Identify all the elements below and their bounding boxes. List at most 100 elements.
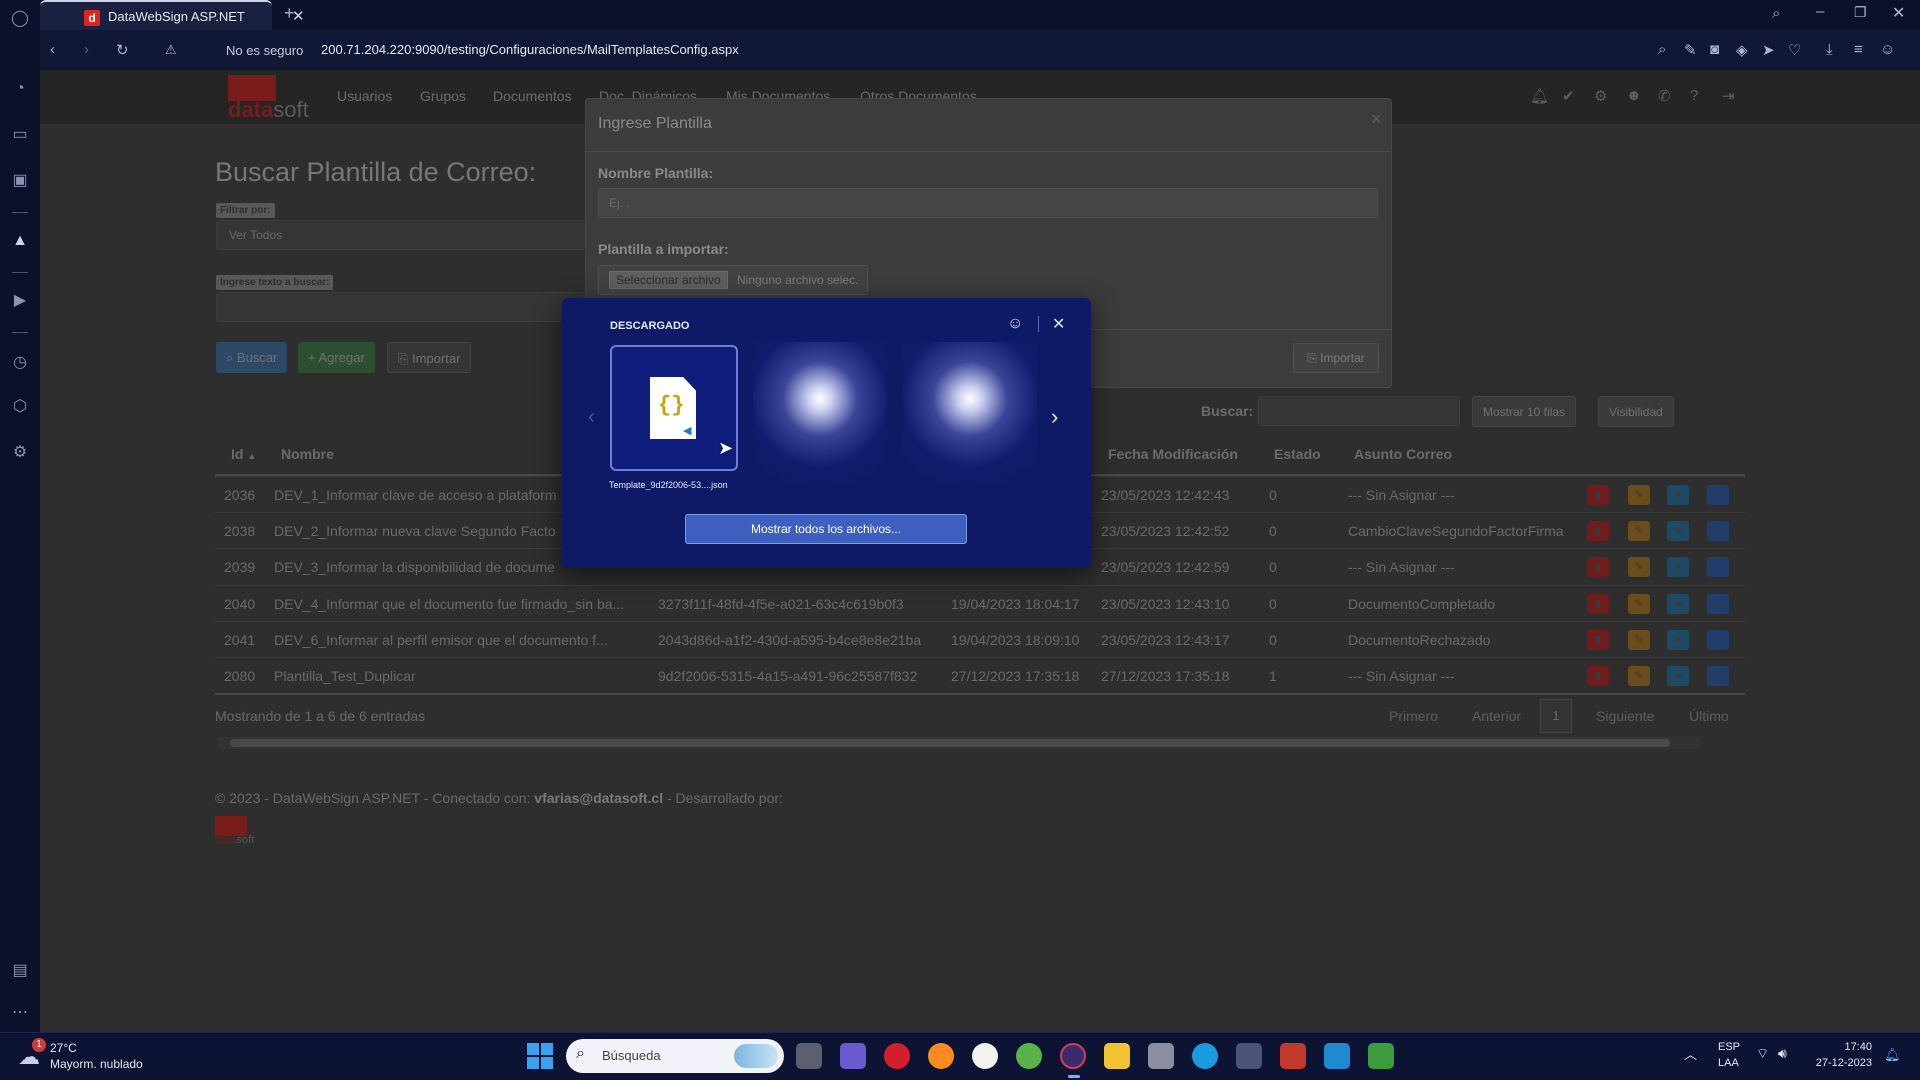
edit-icon[interactable]: ✎ [1628, 557, 1650, 577]
security-label[interactable]: No es seguro [226, 43, 303, 58]
opera-logo-icon[interactable]: ◯ [9, 8, 31, 30]
notepad-plus-icon[interactable] [1368, 1043, 1394, 1069]
modal-close-icon[interactable]: × [1371, 109, 1382, 130]
filter-select[interactable]: Ver Todos [216, 220, 588, 250]
pager-prev[interactable]: Anterior [1472, 708, 1521, 724]
leaf-app-icon[interactable] [1016, 1043, 1042, 1069]
delete-icon[interactable]: ▮ [1587, 666, 1609, 686]
edit-icon[interactable]: ✎ [1628, 485, 1650, 505]
prev-arrow-icon[interactable]: ‹ [588, 406, 595, 429]
extensions-icon[interactable]: ⬡ [9, 396, 31, 418]
task-view-icon[interactable] [796, 1043, 822, 1069]
opera-icon[interactable] [884, 1043, 910, 1069]
pager-last[interactable]: Último [1689, 708, 1729, 724]
search-text-input[interactable] [216, 292, 588, 322]
show-rows-button[interactable]: Mostrar 10 filas [1472, 396, 1577, 427]
download-icon[interactable]: ⤓ [1826, 41, 1833, 58]
delete-icon[interactable]: ▮ [1587, 594, 1609, 614]
notification-bell-icon[interactable]: 🔔︎ [1884, 1047, 1901, 1063]
history-icon[interactable]: ◷ [9, 352, 31, 374]
help-icon[interactable]: ? [1690, 87, 1698, 104]
easy-setup-icon[interactable]: ≡ [1854, 41, 1863, 58]
blurred-download-thumb[interactable] [903, 342, 1037, 504]
edit-icon[interactable]: ✎ [1628, 666, 1650, 686]
favorite-heart-icon[interactable]: ♡ [1788, 41, 1801, 59]
edit-icon[interactable]: ✎ [1628, 630, 1650, 650]
delete-icon[interactable]: ▮ [1587, 521, 1609, 541]
blurred-download-thumb[interactable] [753, 342, 887, 504]
settings-gear-icon[interactable]: ⚙ [9, 442, 31, 464]
link-icon[interactable]: ∞ [1707, 557, 1729, 577]
nav-usuarios[interactable]: Usuarios [337, 88, 392, 104]
table-row[interactable]: 2040 DEV_4_Informar que el documento fue… [215, 585, 1745, 621]
link-icon[interactable]: ∞ [1707, 630, 1729, 650]
link-icon[interactable]: ∞ [1707, 485, 1729, 505]
logout-icon[interactable]: ⇥ [1722, 87, 1735, 105]
send-icon[interactable]: ➤ [1667, 666, 1689, 686]
workspace-icon[interactable]: ▭ [9, 124, 31, 146]
link-icon[interactable]: ∞ [1707, 594, 1729, 614]
pager-first[interactable]: Primero [1389, 708, 1438, 724]
player-icon[interactable]: ▶ [9, 290, 31, 312]
file-input[interactable]: Seleccionar archivo Ninguno archivo sele… [598, 265, 868, 295]
more-icon[interactable]: ⋯ [9, 1002, 31, 1024]
app-icon[interactable] [1148, 1043, 1174, 1069]
column-header-nombre[interactable]: Nombre [281, 446, 334, 462]
user-icon[interactable]: ☻ [1626, 87, 1642, 104]
close-popup-icon[interactable]: ✕ [1052, 314, 1065, 334]
nav-documentos[interactable]: Documentos [493, 88, 572, 104]
edge-icon[interactable] [1192, 1043, 1218, 1069]
phone-icon[interactable]: ✆ [1658, 87, 1671, 105]
edit-icon[interactable]: ✎ [1684, 41, 1697, 59]
show-all-downloads-button[interactable]: Mostrar todos los archivos... [685, 514, 967, 544]
taskbar-search-input[interactable]: Búsqueda [602, 1048, 661, 1063]
scrollbar-thumb[interactable] [230, 739, 1670, 747]
close-tab-icon[interactable]: ✕ [292, 7, 305, 25]
weather-temp[interactable]: 27°C [50, 1041, 77, 1055]
send-icon[interactable]: ➤ [1667, 557, 1689, 577]
tabs-icon[interactable]: ▣ [9, 170, 31, 192]
taskbar-search[interactable]: ⌕ Búsqueda [566, 1039, 784, 1073]
forward-icon[interactable]: › [84, 41, 89, 58]
table-row[interactable]: 2041 DEV_6_Informar al perfil emisor que… [215, 621, 1745, 657]
minimize-icon[interactable]: – [1816, 3, 1824, 20]
package-app-icon[interactable] [1236, 1043, 1262, 1069]
importar-button[interactable]: ⎘ Importar [387, 342, 472, 373]
column-header-estado[interactable]: Estado [1274, 446, 1321, 462]
column-header-fecha-modificacion[interactable]: Fecha Modificación [1108, 446, 1238, 462]
edit-icon[interactable]: ✎ [1628, 594, 1650, 614]
modal-import-button[interactable]: ⎘ Importar [1293, 343, 1379, 373]
table-row[interactable]: 2080 Plantilla_Test_Duplicar 9d2f2006-53… [215, 657, 1745, 693]
check-icon[interactable]: ✔ [1562, 87, 1575, 105]
profile-icon[interactable]: ☺ [1880, 41, 1895, 58]
volume-icon[interactable]: 🔊︎ [1778, 1045, 1787, 1062]
name-input[interactable]: Ej. . [598, 188, 1378, 218]
link-icon[interactable]: ∞ [1707, 666, 1729, 686]
opera-gx-icon[interactable] [1060, 1043, 1086, 1069]
teams-chat-icon[interactable] [840, 1043, 866, 1069]
clock-time[interactable]: 17:40 [1812, 1041, 1872, 1053]
pinboard-icon[interactable]: ▤ [9, 960, 31, 982]
restore-icon[interactable]: ❐ [1854, 4, 1867, 21]
search-page-icon[interactable]: ⌕ [1658, 41, 1666, 58]
send-icon[interactable]: ➤ [1762, 41, 1775, 59]
send-icon[interactable]: ➤ [1667, 521, 1689, 541]
snapshot-icon[interactable]: ◙ [1710, 41, 1719, 58]
send-icon[interactable]: ➤ [1667, 594, 1689, 614]
delete-icon[interactable]: ▮ [1587, 557, 1609, 577]
lang-code[interactable]: ESP [1718, 1041, 1740, 1053]
table-search-input[interactable] [1258, 396, 1460, 426]
winrar-icon[interactable] [1280, 1043, 1306, 1069]
close-window-icon[interactable]: ✕ [1892, 3, 1905, 23]
back-icon[interactable]: ‹ [50, 41, 55, 58]
agregar-button[interactable]: + Agregar [298, 342, 375, 373]
reload-icon[interactable]: ↻ [116, 41, 129, 59]
delete-icon[interactable]: ▮ [1587, 630, 1609, 650]
downloaded-file-name[interactable]: Template_9d2f2006-53....json [609, 480, 749, 490]
opera-white-icon[interactable] [972, 1043, 998, 1069]
column-header-id[interactable]: Id ▲ [231, 446, 256, 462]
windows-start-icon[interactable] [527, 1043, 553, 1069]
next-arrow-icon[interactable]: › [1051, 404, 1058, 430]
aria-icon[interactable]: ▲ [9, 230, 31, 252]
url-field[interactable]: 200.71.204.220:9090/testing/Configuracio… [321, 42, 739, 57]
